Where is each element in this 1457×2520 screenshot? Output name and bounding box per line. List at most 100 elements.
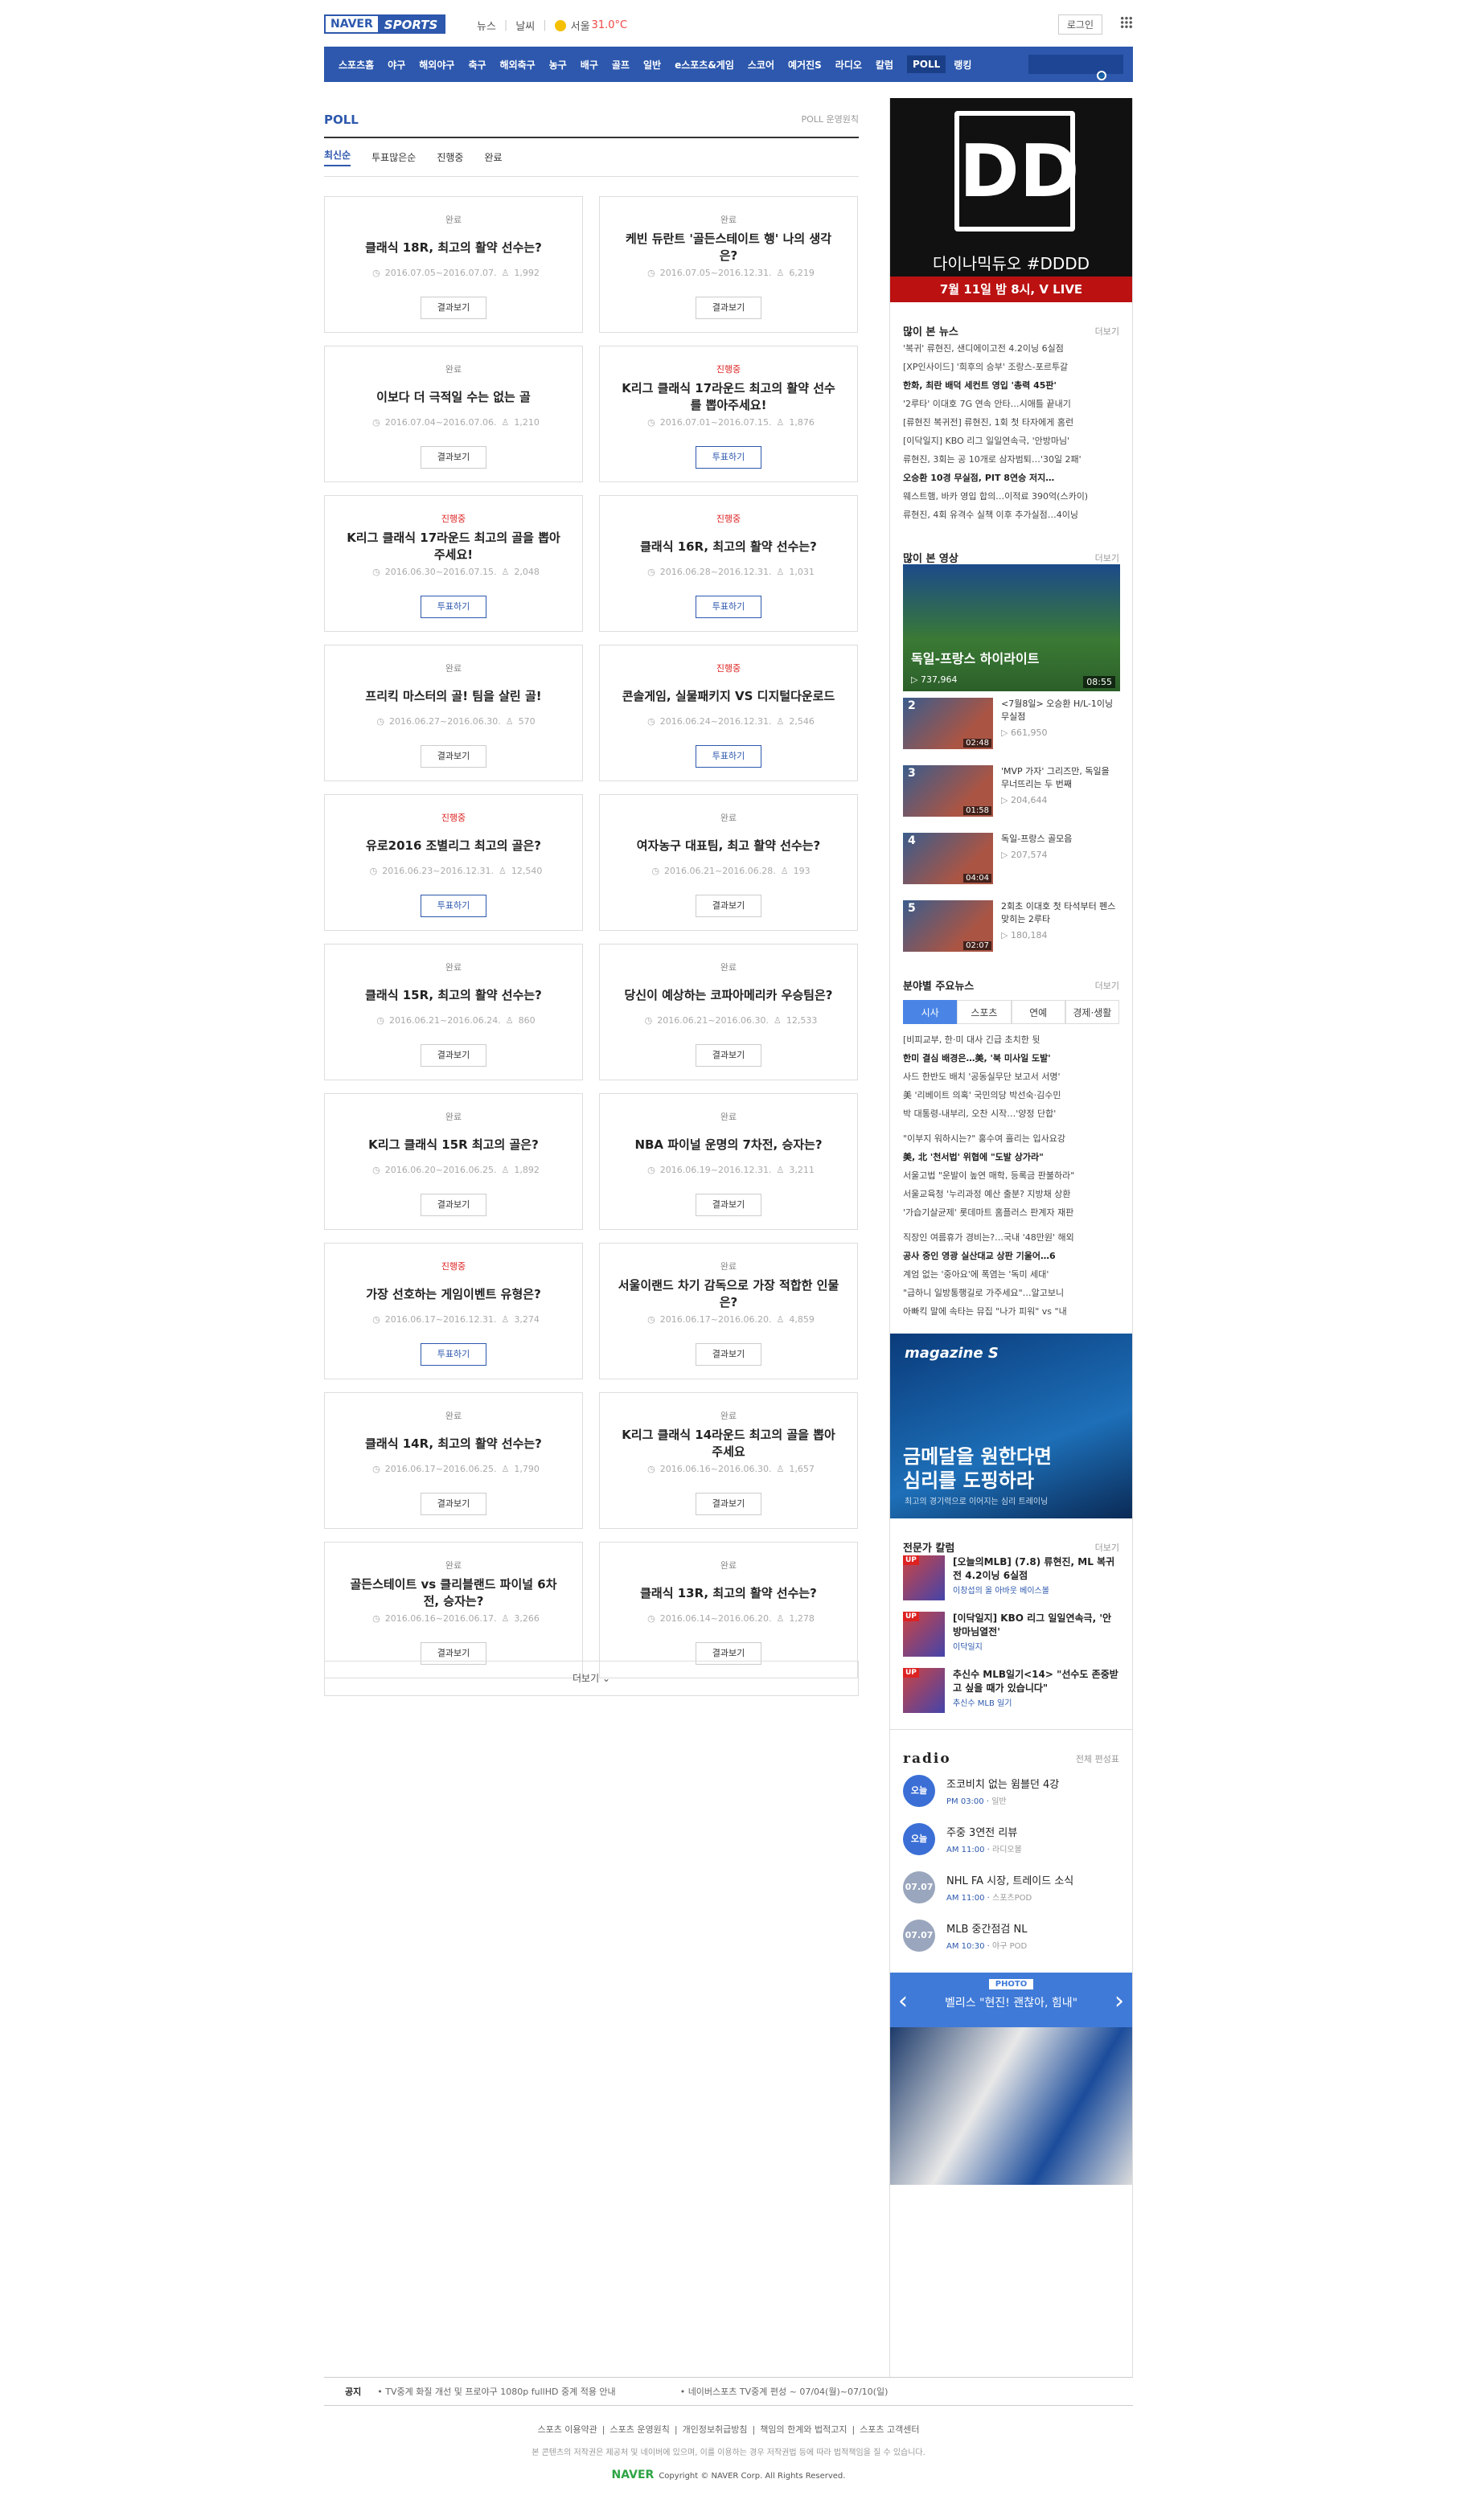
news-item[interactable]: 웨스트햄, 바카 영입 합의…이적료 390억(스카이): [903, 487, 1119, 506]
video-item[interactable]: 4 04:04 독일-프랑스 골모음 ▷ 207,574: [903, 833, 1119, 894]
field-tab[interactable]: 스포츠: [957, 1000, 1012, 1024]
top-video[interactable]: 독일-프랑스 하이라이트 ▷ 737,964 08:55: [903, 564, 1120, 691]
field-news-item[interactable]: "이부지 워하시는?" 홍수여 흘리는 입사요강: [903, 1129, 1119, 1148]
poll-card[interactable]: 완료 서울이랜드 차기 감독으로 가장 적합한 인물은? ◷ 2016.06.17~2…: [599, 1243, 858, 1379]
top-menu-news[interactable]: 뉴스: [477, 18, 496, 33]
poll-question[interactable]: 골든스테이트 vs 클리블랜드 파이널 6차전, 승자는?: [343, 1576, 564, 1610]
nav-item[interactable]: 골프: [612, 58, 630, 72]
field-news-item[interactable]: 서울고법 "운발이 높연 매학, 등록금 판불하라": [903, 1166, 1119, 1185]
field-news-item[interactable]: 한미 결심 배경은…美, '북 미사일 도발': [903, 1049, 1119, 1067]
result-button[interactable]: 결과보기: [421, 1194, 486, 1216]
poll-card[interactable]: 진행중 K리그 클래식 17라운드 최고의 활약 선수를 뽑아주세요! ◷ 2016.…: [599, 346, 858, 482]
field-tab[interactable]: 연예: [1011, 1000, 1065, 1024]
footer-link[interactable]: 스포츠 운영원칙: [610, 2424, 670, 2435]
news-item[interactable]: 류현진, 4회 유격수 실책 이후 추가실점…4이닝: [903, 506, 1119, 524]
poll-card[interactable]: 완료 당신이 예상하는 코파아메리카 우승팀은? ◷ 2016.06.21~2016.…: [599, 944, 858, 1080]
footer-link[interactable]: 개인정보취급방침: [683, 2424, 748, 2435]
footer-link[interactable]: 책임의 한계와 법적고지: [760, 2424, 847, 2435]
tab[interactable]: 완료: [484, 150, 502, 164]
result-button[interactable]: 결과보기: [421, 1044, 486, 1067]
poll-question[interactable]: 클래식 16R, 최고의 활약 선수는?: [618, 530, 839, 563]
field-news-item[interactable]: 직장인 여름휴가 경비는?…국내 '48만원' 해외: [903, 1228, 1119, 1247]
news-item[interactable]: [XP인사이드] '희후의 승부' 조랑스-포르투갈: [903, 358, 1119, 376]
footer-link[interactable]: 스포츠 고객센터: [860, 2424, 919, 2435]
field-news-item[interactable]: [비피교부, 한·미 대사 긴급 초치한 뒷: [903, 1031, 1119, 1049]
expert-column-item[interactable]: UP 추신수 MLB일기<14> "선수도 존중받고 싶을 때가 있습니다" 추신수…: [903, 1668, 1119, 1713]
nav-item[interactable]: 축구: [468, 58, 486, 72]
result-button[interactable]: 결과보기: [421, 297, 486, 319]
video-thumbnail[interactable]: 2 02:48: [903, 698, 993, 749]
poll-question[interactable]: K리그 클래식 14라운드 최고의 골을 뽑아주세요: [618, 1427, 839, 1461]
video-more-link[interactable]: 더보기: [1095, 551, 1119, 564]
video-item[interactable]: 2 02:48 <7월8일> 오승환 H/L-1이닝 무실점 ▷ 661,950: [903, 698, 1119, 759]
nav-item[interactable]: 일반: [643, 58, 661, 72]
nav-item[interactable]: 야구: [388, 58, 405, 72]
nav-item[interactable]: 해외야구: [419, 58, 454, 72]
poll-card[interactable]: 완료 NBA 파이널 운명의 7차전, 승자는? ◷ 2016.06.19~2016.…: [599, 1093, 858, 1230]
result-button[interactable]: 결과보기: [421, 446, 486, 469]
nav-item[interactable]: 라디오: [835, 58, 862, 72]
poll-question[interactable]: 당신이 예상하는 코파아메리카 우승팀은?: [618, 978, 839, 1012]
magazine-banner[interactable]: magazine S 금메달을 원한다면 심리를 도핑하라 최고의 경기력으로 …: [890, 1334, 1132, 1518]
poll-card[interactable]: 진행중 K리그 클래식 17라운드 최고의 골을 뽑아주세요! ◷ 2016.06.3…: [324, 495, 583, 632]
nav-item[interactable]: 랭킹: [954, 58, 971, 72]
expert-column-item[interactable]: UP [이닥일지] KBO 리그 일일연속극, '안방마님열전' 이닥일지: [903, 1612, 1119, 1657]
poll-card[interactable]: 완료 클래식 18R, 최고의 활약 선수는? ◷ 2016.07.05~2016.0…: [324, 196, 583, 333]
news-more-link[interactable]: 더보기: [1095, 325, 1119, 338]
poll-card[interactable]: 완료 클래식 14R, 최고의 활약 선수는? ◷ 2016.06.17~2016.0…: [324, 1392, 583, 1529]
poll-question[interactable]: 서울이랜드 차기 감독으로 가장 적합한 인물은?: [618, 1277, 839, 1311]
poll-question[interactable]: 클래식 14R, 최고의 활약 선수는?: [343, 1427, 564, 1461]
vote-button[interactable]: 투표하기: [421, 1343, 486, 1366]
nav-item[interactable]: 해외축구: [500, 58, 536, 72]
vote-button[interactable]: 투표하기: [696, 446, 761, 469]
vote-button[interactable]: 투표하기: [696, 745, 761, 768]
expert-column-item[interactable]: UP [오늘의MLB] (7.8) 류현진, ML 복귀전 4.2이닝 6실점 이창…: [903, 1555, 1119, 1600]
video-item[interactable]: 3 01:58 'MVP 가자' 그리즈만, 독일을 무너뜨리는 두 번째 ▷ 204…: [903, 765, 1119, 826]
nav-item[interactable]: 스포츠홈: [339, 58, 374, 72]
radio-item[interactable]: 오늘 주중 3연전 리뷰 AM 11:00 · 라디오볼: [903, 1815, 1119, 1863]
radio-item[interactable]: 오늘 조코비치 없는 윔블던 4강 PM 03:00 · 일반: [903, 1767, 1119, 1815]
poll-card[interactable]: 완료 클래식 13R, 최고의 활약 선수는? ◷ 2016.06.14~2016.0…: [599, 1542, 858, 1678]
poll-question[interactable]: K리그 클래식 17라운드 최고의 골을 뽑아주세요!: [343, 530, 564, 563]
poll-question[interactable]: NBA 파이널 운명의 7차전, 승자는?: [618, 1128, 839, 1162]
poll-question[interactable]: 클래식 15R, 최고의 활약 선수는?: [343, 978, 564, 1012]
news-item[interactable]: '2루타' 이대호 7G 연속 안타…시애틀 끝내기: [903, 395, 1119, 413]
field-news-item[interactable]: 박 대통령-내부리, 오찬 시작…'양정 단합': [903, 1104, 1119, 1123]
field-news-item[interactable]: 사드 한반도 배치 '공동실무단 보고서 서명': [903, 1067, 1119, 1086]
field-news-item[interactable]: '가습기살균제' 롯데마트 홈플러스 판계자 재판: [903, 1203, 1119, 1222]
tab[interactable]: 최신순: [324, 148, 351, 166]
field-news-item[interactable]: 공사 중인 영광 실산대교 상판 기울어…6: [903, 1247, 1119, 1265]
field-news-item[interactable]: "급하니 일방통행길로 가주세요"…알고보니: [903, 1284, 1119, 1302]
nav-item[interactable]: 칼럼: [876, 58, 893, 72]
prev-arrow-icon[interactable]: ‹: [898, 1987, 908, 2015]
result-button[interactable]: 결과보기: [696, 1044, 761, 1067]
news-item[interactable]: 오승환 10경 무실점, PIT 8연승 저지…: [903, 469, 1119, 487]
photo-image[interactable]: [890, 2027, 1132, 2185]
nav-item[interactable]: 스코어: [748, 58, 774, 72]
result-button[interactable]: 결과보기: [421, 1493, 486, 1515]
video-thumbnail[interactable]: 5 02:07: [903, 900, 993, 952]
news-item[interactable]: [이닥일지] KBO 리그 일일연속극, '안방마님': [903, 432, 1119, 450]
poll-card[interactable]: 완료 클래식 15R, 최고의 활약 선수는? ◷ 2016.06.21~2016.0…: [324, 944, 583, 1080]
field-news-item[interactable]: 美, 北 '천서법' 위협에 "도발 상가라": [903, 1148, 1119, 1166]
news-item[interactable]: 류현진, 3회는 공 10개로 삼자범퇴…'30일 2패': [903, 450, 1119, 469]
poll-card[interactable]: 진행중 클래식 16R, 최고의 활약 선수는? ◷ 2016.06.28~2016.…: [599, 495, 858, 632]
app-grid-icon[interactable]: [1120, 16, 1133, 29]
result-button[interactable]: 결과보기: [696, 1493, 761, 1515]
field-tab[interactable]: 경제·생활: [1065, 1000, 1119, 1024]
search-input[interactable]: [1028, 55, 1123, 80]
next-arrow-icon[interactable]: ›: [1114, 1987, 1124, 2015]
news-item[interactable]: '복귀' 류현진, 샌디에이고전 4.2이닝 6실점: [903, 339, 1119, 358]
login-button[interactable]: 로그인: [1057, 14, 1102, 35]
notice-item[interactable]: • 네이버스포츠 TV중계 편성 ~ 07/04(월)~07/10(일): [680, 2385, 921, 2398]
poll-card[interactable]: 완료 여자농구 대표팀, 최고 활약 선수는? ◷ 2016.06.21~2016.0…: [599, 794, 858, 931]
result-button[interactable]: 결과보기: [421, 745, 486, 768]
result-button[interactable]: 결과보기: [696, 297, 761, 319]
news-item[interactable]: [류현진 복귀전] 류현진, 1회 첫 타자에게 홈런: [903, 413, 1119, 432]
field-news-item[interactable]: 아빠킥 말에 속타는 뮤집 "나가 피워" vs "내: [903, 1302, 1119, 1321]
expert-more-link[interactable]: 더보기: [1095, 1541, 1119, 1554]
tab[interactable]: 진행중: [437, 150, 463, 164]
poll-question[interactable]: 이보다 더 극적일 수는 없는 골: [343, 380, 564, 414]
poll-card[interactable]: 완료 케빈 듀란트 '골든스테이트 행' 나의 생각은? ◷ 2016.07.05~2…: [599, 196, 858, 333]
notice-item[interactable]: • TV중계 화질 개선 및 프로야구 1080p fullHD 중계 적용 안…: [377, 2385, 647, 2398]
